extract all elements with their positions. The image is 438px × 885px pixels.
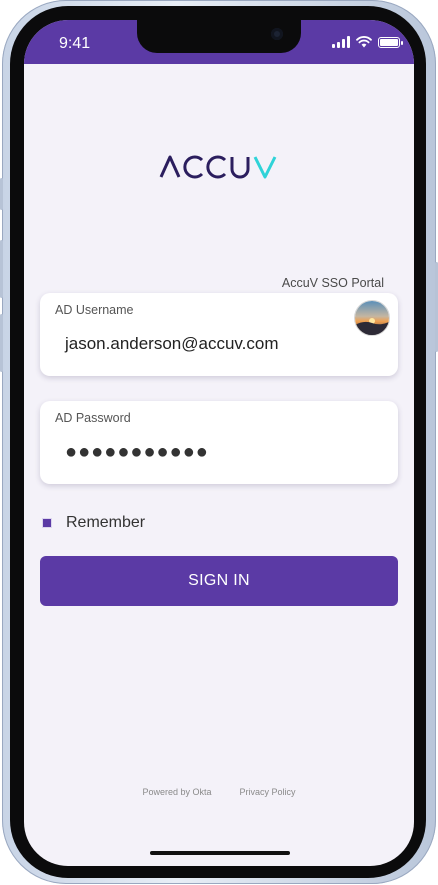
accuv-logo-mark [159, 155, 277, 179]
status-time: 9:41 [59, 35, 91, 52]
powered-by-okta-link[interactable]: Powered by Okta [142, 787, 211, 797]
screen: 9:41 AccuV SSO Portal AD Username jason.… [24, 20, 414, 866]
footer: Powered by Okta Privacy Policy [24, 787, 414, 797]
notch [137, 20, 301, 53]
portal-label: AccuV SSO Portal [281, 276, 384, 290]
password-input[interactable]: ●●●●●●●●●●● [65, 441, 209, 464]
wifi-icon [356, 36, 372, 48]
username-card[interactable]: AD Username jason.anderson@accuv.com [40, 293, 398, 376]
cellular-signal-icon [332, 36, 350, 48]
remember-label: Remember [66, 514, 146, 531]
username-label: AD Username [55, 303, 134, 317]
side-button-volume-up [0, 240, 3, 298]
avatar[interactable] [354, 300, 390, 336]
side-button-volume-down [0, 314, 3, 372]
home-indicator[interactable] [150, 851, 290, 855]
battery-icon [378, 37, 403, 48]
camera-icon [271, 28, 283, 40]
status-bar: 9:41 [24, 20, 414, 64]
remember-row[interactable]: Remember [42, 514, 145, 532]
sign-in-button[interactable]: SIGN IN [40, 556, 398, 606]
password-label: AD Password [55, 411, 131, 425]
password-card[interactable]: AD Password ●●●●●●●●●●● [40, 401, 398, 484]
side-button-mute [0, 178, 3, 210]
avatar-sunset-image [355, 301, 389, 335]
remember-checkbox[interactable] [42, 518, 52, 528]
privacy-policy-link[interactable]: Privacy Policy [240, 787, 296, 797]
status-icons [332, 36, 403, 48]
accuv-logo [24, 155, 414, 184]
username-input[interactable]: jason.anderson@accuv.com [65, 334, 279, 354]
